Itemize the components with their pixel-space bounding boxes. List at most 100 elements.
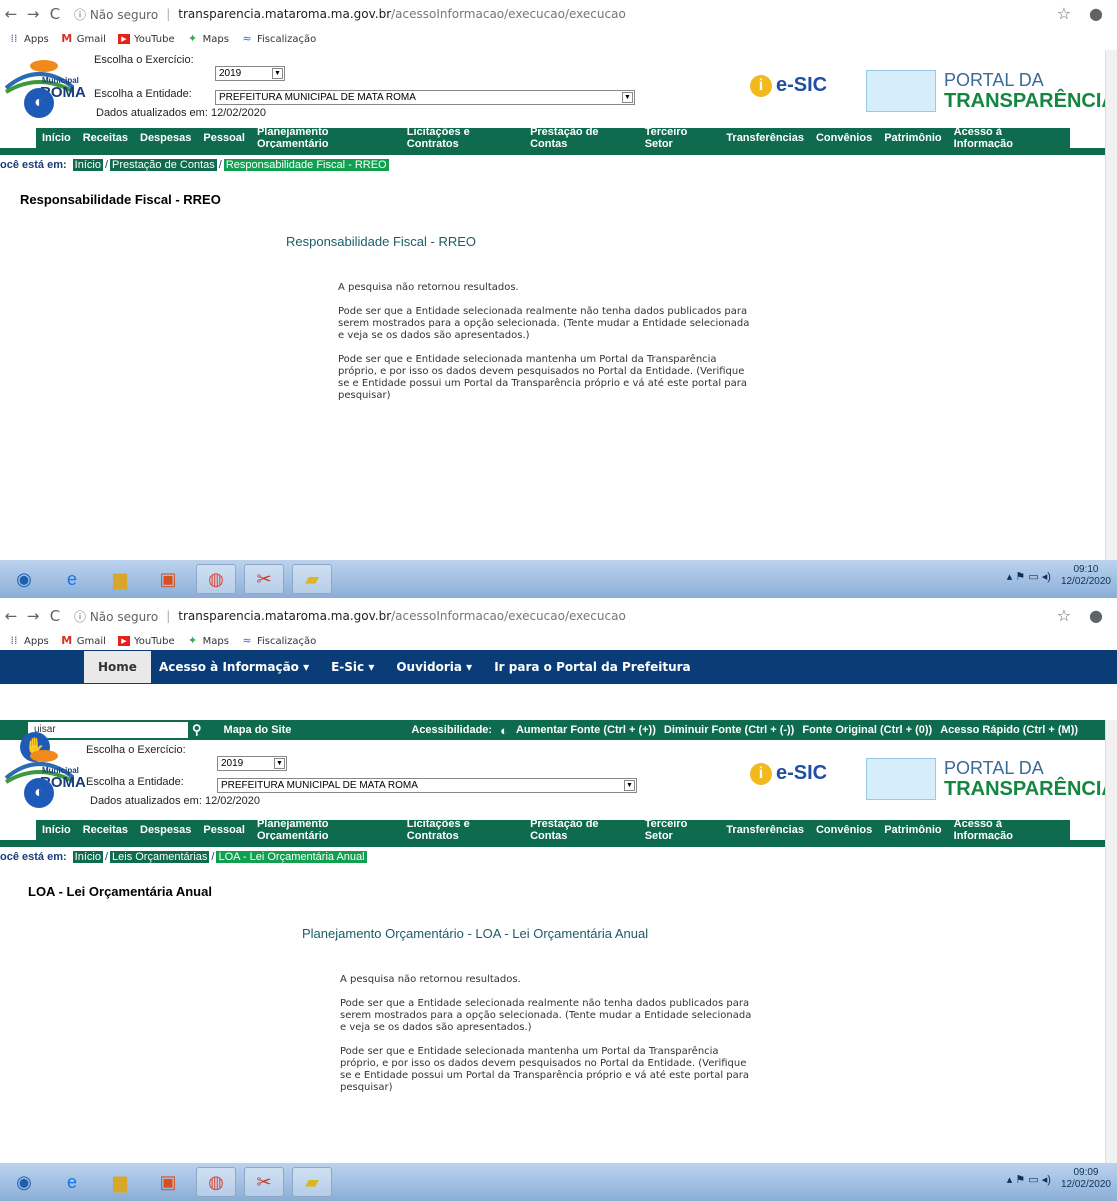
sticky-notes-icon[interactable]: ▰ <box>292 564 332 594</box>
maps-pin-icon: ✦ <box>188 32 198 45</box>
menu-pessoal[interactable]: Pessoal <box>203 824 245 836</box>
menu-inicio[interactable]: Início <box>42 824 71 836</box>
menu-acesso-informacao[interactable]: Acesso à Informação <box>954 126 1058 150</box>
menu-licitacoes[interactable]: Licitações e Contratos <box>407 818 518 842</box>
tray-icons[interactable]: ▴ ⚑ ▭ ◂) <box>1007 570 1051 583</box>
menu-despesas[interactable]: Despesas <box>140 132 191 144</box>
nav-acesso-informacao[interactable]: Acesso à Informação ▾ <box>159 660 309 674</box>
bookmark-apps[interactable]: ⁞⁞ Apps <box>8 33 49 45</box>
page-scrollbar[interactable] <box>1105 50 1117 562</box>
breadcrumb-inicio[interactable]: Início <box>72 851 103 863</box>
nav-home[interactable]: Home <box>84 651 151 683</box>
top-navigation: Home Acesso à Informação ▾ E-Sic ▾ Ouvid… <box>0 650 1117 684</box>
bookmark-fiscalizacao[interactable]: ≈ Fiscalização <box>241 635 316 647</box>
breadcrumb-current[interactable]: LOA - Lei Orçamentária Anual <box>216 851 367 863</box>
menu-prestacao[interactable]: Prestação de Contas <box>530 818 633 842</box>
breadcrumb-current[interactable]: Responsabilidade Fiscal - RREO <box>223 159 389 171</box>
info-icon[interactable]: ⓘ Não seguro <box>74 608 158 625</box>
bookmark-gmail[interactable]: M Gmail <box>61 635 106 647</box>
url-text[interactable]: transparencia.mataroma.ma.gov.br/acessoI… <box>178 7 626 21</box>
menu-transferencias[interactable]: Transferências <box>726 824 804 836</box>
menu-terceiro-setor[interactable]: Terceiro Setor <box>645 126 715 150</box>
profile-icon[interactable]: ● <box>1089 4 1103 23</box>
reload-icon[interactable]: C <box>44 5 66 23</box>
menu-terceiro-setor[interactable]: Terceiro Setor <box>645 818 715 842</box>
sticky-notes-icon[interactable]: ▰ <box>292 1167 332 1197</box>
nav-portal-prefeitura[interactable]: Ir para o Portal da Prefeitura <box>494 660 690 674</box>
menu-pessoal[interactable]: Pessoal <box>203 132 245 144</box>
snipping-tool-icon[interactable]: ✂ <box>244 1167 284 1197</box>
bookmark-gmail[interactable]: M Gmail <box>61 33 106 45</box>
bookmark-apps[interactable]: ⁞⁞ Apps <box>8 635 49 647</box>
start-button-icon[interactable]: ◉ <box>4 1167 44 1197</box>
clock[interactable]: 09:09 12/02/2020 <box>1061 1167 1111 1191</box>
esic-text: e-SIC <box>776 762 828 784</box>
bookmark-fiscalizacao[interactable]: ≈ Fiscalização <box>241 33 316 45</box>
aumentar-fonte-link[interactable]: Aumentar Fonte (Ctrl + (+)) <box>516 724 656 736</box>
menu-patrimonio[interactable]: Patrimônio <box>884 824 941 836</box>
acesso-rapido-link[interactable]: Acesso Rápido (Ctrl + (M)) <box>940 724 1078 736</box>
internet-explorer-icon[interactable]: e <box>52 1167 92 1197</box>
diminuir-fonte-link[interactable]: Diminuir Fonte (Ctrl + (-)) <box>664 724 794 736</box>
menu-planejamento[interactable]: Planejamento Orçamentário <box>257 126 395 150</box>
exercicio-select[interactable]: 2019 ▼ <box>217 756 287 771</box>
snipping-tool-icon[interactable]: ✂ <box>244 564 284 594</box>
bookmark-youtube[interactable]: ▶ YouTube <box>117 636 175 647</box>
internet-explorer-icon[interactable]: e <box>52 564 92 594</box>
fonte-original-link[interactable]: Fonte Original (Ctrl + (0)) <box>802 724 932 736</box>
star-icon[interactable]: ☆ <box>1057 606 1071 625</box>
accessibility-contrast-button[interactable]: ◐ <box>24 778 54 808</box>
chrome-icon[interactable]: ◍ <box>196 564 236 594</box>
menu-receitas[interactable]: Receitas <box>83 132 128 144</box>
chrome-icon[interactable]: ◍ <box>196 1167 236 1197</box>
media-player-icon[interactable]: ▣ <box>148 1167 188 1197</box>
folder-icon[interactable]: ▆ <box>100 564 140 594</box>
menu-convenios[interactable]: Convênios <box>816 824 872 836</box>
page-scrollbar[interactable] <box>1105 720 1117 1164</box>
entidade-select[interactable]: PREFEITURA MUNICIPAL DE MATA ROMA ▼ <box>217 778 637 793</box>
url-text[interactable]: transparencia.mataroma.ma.gov.br/acessoI… <box>178 609 626 623</box>
star-icon[interactable]: ☆ <box>1057 4 1071 23</box>
nav-ouvidoria[interactable]: Ouvidoria ▾ <box>396 660 472 674</box>
breadcrumb-prestacao[interactable]: Prestação de Contas <box>110 159 217 171</box>
bookmark-youtube[interactable]: ▶ YouTube <box>117 34 175 45</box>
menu-prestacao[interactable]: Prestação de Contas <box>530 126 633 150</box>
contrast-icon[interactable]: ◐ <box>500 723 508 738</box>
search-icon[interactable]: ⚲ <box>192 722 202 738</box>
exercicio-select[interactable]: 2019 ▼ <box>215 66 285 81</box>
esic-logo[interactable]: i e-SIC <box>750 74 827 97</box>
nav-esic[interactable]: E-Sic ▾ <box>331 660 374 674</box>
menu-transferencias[interactable]: Transferências <box>726 132 804 144</box>
profile-icon[interactable]: ● <box>1089 606 1103 625</box>
reload-icon[interactable]: C <box>44 607 66 625</box>
clock[interactable]: 09:10 12/02/2020 <box>1061 564 1111 588</box>
menu-receitas[interactable]: Receitas <box>83 824 128 836</box>
forward-arrow-icon[interactable]: → <box>22 607 44 625</box>
search-input[interactable]: uisar <box>28 722 188 738</box>
back-arrow-icon[interactable]: ← <box>0 5 22 23</box>
menu-despesas[interactable]: Despesas <box>140 824 191 836</box>
forward-arrow-icon[interactable]: → <box>22 5 44 23</box>
bookmark-maps[interactable]: ✦ Maps <box>187 635 229 647</box>
mapa-site-link[interactable]: Mapa do Site <box>224 724 292 736</box>
breadcrumb-inicio[interactable]: Início <box>72 159 103 171</box>
menu-convenios[interactable]: Convênios <box>816 132 872 144</box>
back-arrow-icon[interactable]: ← <box>0 607 22 625</box>
menu-planejamento[interactable]: Planejamento Orçamentário <box>257 818 395 842</box>
tray-icons[interactable]: ▴ ⚑ ▭ ◂) <box>1007 1173 1051 1186</box>
windows-taskbar: ◉ e ▆ ▣ ◍ ✂ ▰ ▴ ⚑ ▭ ◂) 09:10 12/02/2020 <box>0 560 1117 598</box>
menu-licitacoes[interactable]: Licitações e Contratos <box>407 126 518 150</box>
start-button-icon[interactable]: ◉ <box>4 564 44 594</box>
info-icon[interactable]: ⓘ Não seguro <box>74 6 158 23</box>
menu-acesso-informacao[interactable]: Acesso à Informação <box>954 818 1058 842</box>
breadcrumb-leis[interactable]: Leis Orçamentárias <box>110 851 210 863</box>
media-player-icon[interactable]: ▣ <box>148 564 188 594</box>
esic-logo[interactable]: i e-SIC <box>750 762 827 785</box>
info-icon: i <box>750 762 772 785</box>
menu-patrimonio[interactable]: Patrimônio <box>884 132 941 144</box>
entidade-select[interactable]: PREFEITURA MUNICIPAL DE MATA ROMA ▼ <box>215 90 635 105</box>
menu-inicio[interactable]: Início <box>42 132 71 144</box>
accessibility-contrast-button[interactable]: ◐ <box>24 88 54 118</box>
bookmark-maps[interactable]: ✦ Maps <box>187 32 229 45</box>
folder-icon[interactable]: ▆ <box>100 1167 140 1197</box>
